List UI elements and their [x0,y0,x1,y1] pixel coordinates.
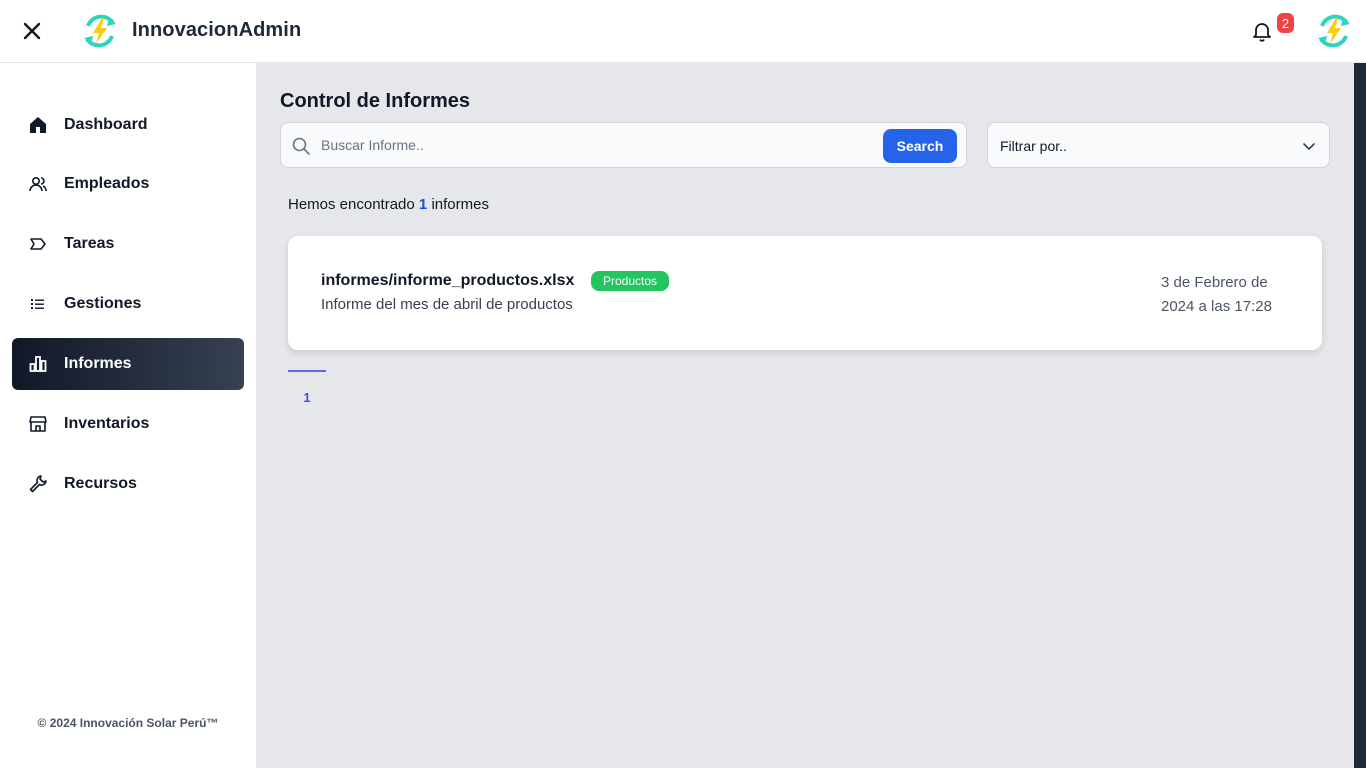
avatar[interactable] [1314,12,1354,50]
page-title: Control de Informes [280,90,471,112]
brand-name: InnovacionAdmin [132,19,302,41]
bell-icon[interactable] [1250,19,1274,43]
sidebar-item-tareas[interactable]: Tareas [12,218,244,270]
report-card[interactable]: informes/informe_productos.xlsx Producto… [288,236,1322,350]
search-icon [292,137,310,155]
sidebar-item-label: Dashboard [64,116,148,133]
report-date: 3 de Febrero de 2024 a las 17:28 [1161,274,1272,315]
sidebar-item-label: Inventarios [64,415,150,432]
store-icon [28,414,48,434]
chevron-down-icon [1303,143,1315,150]
sidebar-item-gestiones[interactable]: Gestiones [12,278,244,330]
search-button[interactable]: Search [883,129,957,163]
search-input[interactable] [321,131,871,159]
sidebar-item-label: Gestiones [64,295,142,312]
notification-count-badge: 2 [1277,13,1294,33]
users-icon [28,174,48,194]
sidebar-item-label: Empleados [64,175,150,192]
filter-select[interactable]: Filtrar por.. [987,122,1330,168]
bar-chart-icon [28,354,48,374]
wrench-icon [28,474,48,494]
top-header: InnovacionAdmin 2 [0,0,1366,63]
home-icon [28,115,48,135]
main-content: Control de Informes Search Filtrar por..… [256,63,1354,768]
pagination-active-indicator [288,370,326,372]
results-summary: Hemos encontrado 1 informes [288,196,489,213]
report-file-name: informes/informe_productos.xlsx [321,272,575,289]
sidebar: Dashboard Empleados Tareas Gestiones Inf… [0,63,256,768]
sidebar-item-dashboard[interactable]: Dashboard [12,99,244,151]
sidebar-item-label: Tareas [64,235,115,252]
results-prefix: Hemos encontrado [288,196,415,213]
sidebar-item-recursos[interactable]: Recursos [12,458,244,510]
filter-select-value: Filtrar por.. [1000,138,1067,154]
copyright-footer: © 2024 Innovación Solar Perú™ [37,716,219,730]
list-icon [28,294,48,314]
sidebar-item-label: Informes [64,355,132,372]
results-count: 1 [418,196,428,213]
brand-logo-icon [84,14,116,48]
tag-icon [28,234,48,254]
search-bar: Search [280,122,967,168]
close-sidebar-button[interactable] [20,18,44,44]
report-category-badge: Productos [591,271,670,291]
sidebar-item-inventarios[interactable]: Inventarios [12,398,244,450]
close-icon [23,22,41,40]
sidebar-item-label: Recursos [64,475,137,492]
scrollbar[interactable] [1354,63,1366,768]
report-description: Informe del mes de abril de productos [321,296,573,313]
results-suffix: informes [431,196,489,213]
sidebar-item-informes[interactable]: Informes [12,338,244,390]
sidebar-item-empleados[interactable]: Empleados [12,158,244,210]
pagination-page-button[interactable]: 1 [288,390,326,405]
